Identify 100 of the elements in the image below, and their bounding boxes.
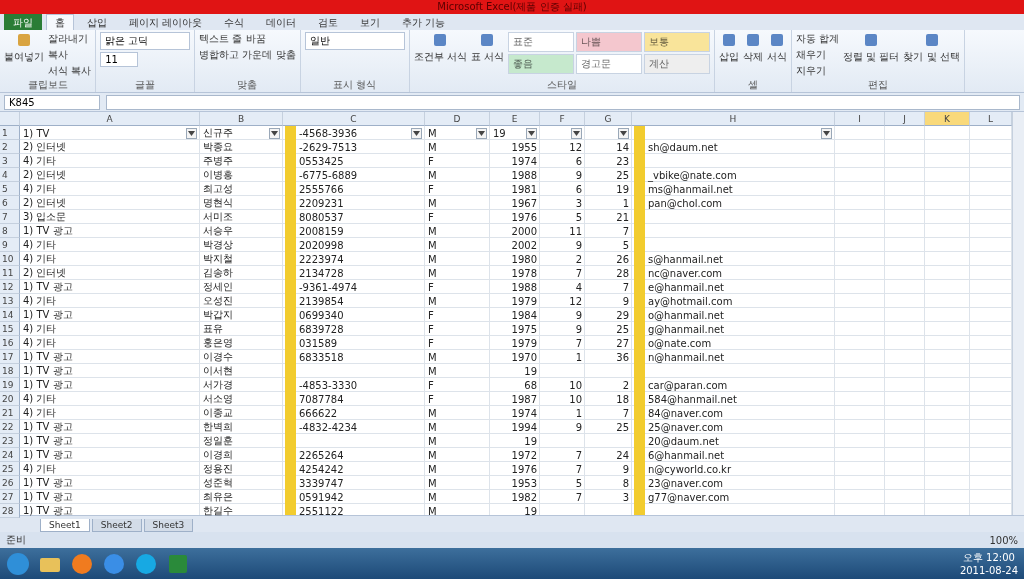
group-label: 표시 형식 — [331, 78, 378, 92]
row-header[interactable]: 25 — [0, 462, 20, 476]
scroll-bar[interactable] — [1012, 112, 1024, 515]
filter-button[interactable] — [618, 127, 629, 139]
ribbon-tab[interactable]: 삽입 — [78, 14, 116, 30]
column-header[interactable]: J — [885, 112, 925, 126]
ribbon-command[interactable]: 삭제 — [742, 32, 763, 64]
row-header[interactable]: 24 — [0, 448, 20, 462]
filter-button[interactable] — [526, 127, 537, 139]
row-header[interactable]: 5 — [0, 182, 20, 196]
ribbon-tab[interactable]: 수식 — [215, 14, 254, 30]
row-header[interactable]: 14 — [0, 308, 20, 322]
row-header[interactable]: 20 — [0, 392, 20, 406]
table-cell: 7 — [622, 407, 629, 419]
ribbon-command[interactable]: 서식 — [766, 32, 787, 64]
table-cell: 4) 기타 — [23, 462, 57, 476]
ribbon-command[interactable]: 채우기 — [795, 48, 840, 62]
ribbon-command[interactable]: 서식 복사 — [48, 64, 92, 78]
column-header[interactable]: E — [490, 112, 540, 126]
row-header[interactable]: 2 — [0, 140, 20, 154]
column-header[interactable]: I — [835, 112, 885, 126]
ribbon-command[interactable]: 표 서식 — [470, 32, 504, 64]
table-cell: 6839728 — [299, 323, 344, 335]
ribbon-command[interactable]: 잘라내기 — [48, 32, 92, 46]
ribbon-command[interactable]: 지우기 — [795, 64, 840, 78]
ribbon-tab[interactable]: 보기 — [351, 14, 390, 30]
filter-button[interactable] — [186, 127, 197, 139]
column-header[interactable]: K — [925, 112, 970, 126]
ribbon-tab[interactable]: 검토 — [309, 14, 348, 30]
table-cell: 36 — [616, 351, 629, 363]
row-header[interactable]: 13 — [0, 294, 20, 308]
row-header[interactable]: 27 — [0, 490, 20, 504]
row-header[interactable]: 28 — [0, 504, 20, 518]
ribbon-tab[interactable]: 홈 — [46, 14, 74, 30]
row-header[interactable]: 22 — [0, 420, 20, 434]
ribbon-command[interactable]: 찾기 및 선택 — [903, 32, 960, 64]
row-header[interactable]: 7 — [0, 210, 20, 224]
row-header[interactable]: 9 — [0, 238, 20, 252]
start-icon[interactable] — [6, 551, 30, 576]
row-header[interactable]: 18 — [0, 364, 20, 378]
row-header[interactable]: 3 — [0, 154, 20, 168]
name-box[interactable]: K845 — [4, 94, 100, 110]
row-header[interactable]: 10 — [0, 252, 20, 266]
ribbon-tab[interactable]: 추가 기능 — [393, 14, 455, 30]
filter-button[interactable] — [571, 127, 582, 139]
row-header[interactable]: 16 — [0, 336, 20, 350]
column-header[interactable]: G — [585, 112, 632, 126]
column-header[interactable]: A — [20, 112, 200, 126]
cell-style[interactable]: 나쁨 — [575, 32, 642, 52]
row-header[interactable]: 4 — [0, 168, 20, 182]
column-header[interactable]: H — [632, 112, 835, 126]
row-header[interactable]: 6 — [0, 196, 20, 210]
row-header[interactable]: 26 — [0, 476, 20, 490]
formula-field[interactable] — [106, 94, 1020, 110]
ribbon-command[interactable]: 삽입 — [718, 32, 739, 64]
filter-button[interactable] — [476, 127, 487, 139]
sheet-tab[interactable]: Sheet1 — [40, 519, 90, 532]
cell-style[interactable]: 좋음 — [507, 54, 574, 74]
column-header[interactable]: D — [425, 112, 490, 126]
column-header[interactable]: B — [200, 112, 283, 126]
ribbon-command[interactable]: 텍스트 줄 바꿈 — [199, 32, 296, 46]
row-header[interactable]: 12 — [0, 280, 20, 294]
cell-style[interactable]: 표준 — [507, 32, 574, 52]
number-format-field[interactable]: 일반 — [304, 32, 405, 50]
ribbon-tab[interactable]: 데이터 — [257, 14, 306, 30]
font-field[interactable]: 맑은 고딕 — [100, 32, 191, 50]
cell-style[interactable]: 경고문 — [575, 54, 642, 74]
font-size-field[interactable]: 11 — [100, 52, 139, 67]
filter-button[interactable] — [821, 127, 832, 139]
filter-button[interactable] — [411, 127, 422, 139]
row-header[interactable]: 23 — [0, 434, 20, 448]
paste-button[interactable]: 붙여넣기 — [4, 32, 44, 64]
cell-style[interactable]: 계산 — [643, 54, 710, 74]
table-cell: 12 — [569, 295, 582, 307]
ribbon-command[interactable]: 자동 합계 — [795, 32, 840, 46]
filter-button[interactable] — [269, 127, 280, 139]
row-header[interactable]: 11 — [0, 266, 20, 280]
table-cell: 25 — [616, 421, 629, 433]
row-header[interactable]: 1 — [0, 126, 20, 140]
column-header[interactable]: C — [283, 112, 425, 126]
table-cell: 정세인 — [203, 280, 233, 294]
row-header[interactable]: 15 — [0, 322, 20, 336]
ribbon-command[interactable]: 복사 — [48, 48, 92, 62]
table-cell: 1 — [575, 407, 582, 419]
grid-icon — [768, 32, 785, 48]
ribbon-command[interactable]: 조건부 서식 — [413, 32, 467, 64]
column-header[interactable]: F — [540, 112, 585, 126]
sheet-tab[interactable]: Sheet3 — [143, 519, 194, 532]
row-header[interactable]: 17 — [0, 350, 20, 364]
row-header[interactable]: 21 — [0, 406, 20, 420]
row-header[interactable]: 19 — [0, 378, 20, 392]
sheet-tab[interactable]: Sheet2 — [91, 519, 142, 532]
row-header[interactable]: 8 — [0, 224, 20, 238]
cell-style[interactable]: 보통 — [643, 32, 710, 52]
table-cell: 19 — [493, 127, 506, 139]
ribbon-tab[interactable]: 페이지 레이아웃 — [120, 14, 212, 30]
ribbon-command[interactable]: 병합하고 가운데 맞춤 — [199, 48, 296, 62]
ribbon-tab[interactable]: 파일 — [4, 14, 42, 30]
column-header[interactable]: L — [970, 112, 1012, 126]
ribbon-command[interactable]: 정렬 및 필터 — [843, 32, 900, 64]
